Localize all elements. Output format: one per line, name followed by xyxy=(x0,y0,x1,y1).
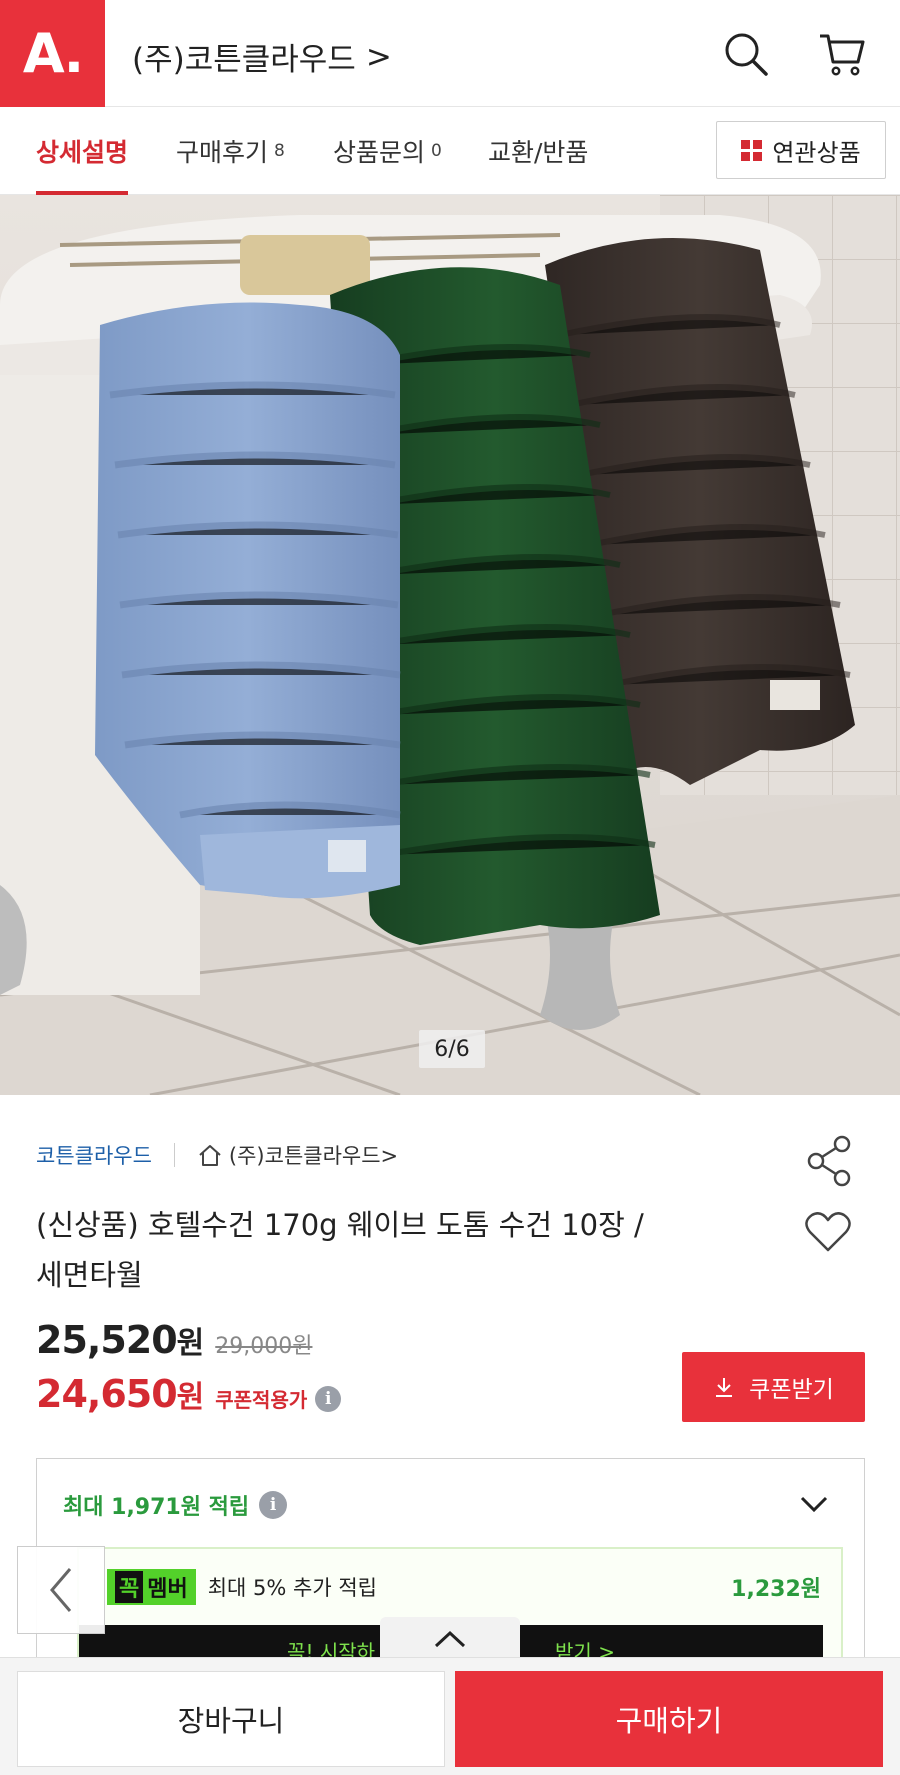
sale-price: 25,520원 xyxy=(36,1318,204,1362)
product-title: (신상품) 호텔수건 170g 웨이브 도톰 수건 10장 / 세면타월 xyxy=(36,1200,756,1300)
cart-icon[interactable] xyxy=(818,30,866,78)
tab-count: 0 xyxy=(431,141,442,161)
image-counter: 6/6 xyxy=(419,1030,485,1068)
coupon-price: 24,650원 xyxy=(36,1372,204,1416)
expand-handle[interactable] xyxy=(380,1617,520,1661)
related-products-button[interactable]: 연관상품 xyxy=(716,121,886,179)
heart-icon[interactable] xyxy=(804,1210,852,1254)
store-home-label: (주)코튼클라우드> xyxy=(228,1144,399,1168)
product-title-line: (신상품) 호텔수건 170g 웨이브 도톰 수건 10장 / xyxy=(36,1208,644,1242)
prev-button[interactable] xyxy=(17,1546,105,1634)
divider xyxy=(173,1143,175,1167)
member-amount: 1,232원 xyxy=(731,1577,821,1602)
original-price: 29,000원 xyxy=(215,1334,313,1359)
home-icon xyxy=(199,1145,221,1166)
price-row: 25,520원 29,000원 xyxy=(36,1318,312,1362)
store-home-link[interactable]: (주)코튼클라우드> xyxy=(197,1140,398,1170)
tab-label: 교환/반품 xyxy=(488,138,589,167)
get-coupon-button[interactable]: 쿠폰받기 xyxy=(682,1352,865,1422)
product-image[interactable] xyxy=(0,195,900,1095)
info-icon[interactable]: i xyxy=(315,1385,342,1412)
search-icon[interactable] xyxy=(722,30,770,78)
share-icon[interactable] xyxy=(804,1134,854,1188)
towels-illustration xyxy=(0,195,900,1095)
member-benefit-row: 꼭 멤버 최대 5% 추가 적립 1,232원 xyxy=(107,1567,821,1607)
tab-exchange-return[interactable]: 교환/반품 xyxy=(488,107,588,195)
tab-qna[interactable]: 상품문의 0 xyxy=(333,107,442,195)
bottom-action-bar: 장바구니 구매하기 xyxy=(0,1657,900,1775)
member-desc: 최대 5% 추가 적립 xyxy=(207,1576,377,1600)
store-title-text: (주)코튼클라우드 xyxy=(132,42,356,78)
brand-name[interactable]: 코튼클라우드 xyxy=(36,1140,152,1170)
chevron-down-icon[interactable] xyxy=(799,1493,829,1515)
store-title[interactable]: (주)코튼클라우드 > xyxy=(132,34,392,79)
chevron-up-icon xyxy=(434,1630,466,1648)
tab-count: 8 xyxy=(274,141,285,161)
product-title-line: 세면타월 xyxy=(36,1258,143,1292)
coupon-price-row: 24,650원 쿠폰적용가 i xyxy=(36,1372,342,1416)
chevron-left-icon xyxy=(50,1568,72,1612)
points-header[interactable]: 최대 1,971원 적립 i xyxy=(63,1489,288,1521)
tab-detail[interactable]: 상세설명 xyxy=(36,107,129,195)
chevron-right-icon: > xyxy=(365,38,392,75)
product-page: A. (주)코튼클라우드 > 상세설명 구매후기 8 상품문의 0 교환/반품 xyxy=(0,0,900,1775)
get-coupon-label: 쿠폰받기 xyxy=(749,1377,834,1403)
related-products-label: 연관상품 xyxy=(772,138,861,167)
add-to-cart-button[interactable]: 장바구니 xyxy=(17,1671,445,1767)
info-icon[interactable]: i xyxy=(259,1491,288,1519)
app-header: A. (주)코튼클라우드 > xyxy=(0,0,900,107)
logo[interactable]: A. xyxy=(0,0,105,107)
coupon-price-label: 쿠폰적용가 i xyxy=(215,1384,342,1413)
tab-label: 상품문의 xyxy=(333,138,426,167)
download-icon xyxy=(716,1378,733,1397)
tab-reviews[interactable]: 구매후기 8 xyxy=(176,107,285,195)
detail-tabs: 상세설명 구매후기 8 상품문의 0 교환/반품 연관상품 xyxy=(0,107,900,195)
tab-label: 구매후기 xyxy=(176,138,269,167)
member-badge: 꼭 멤버 xyxy=(107,1569,196,1605)
tab-label: 상세설명 xyxy=(36,138,129,167)
buy-now-button[interactable]: 구매하기 xyxy=(455,1671,883,1767)
brand-row: 코튼클라우드 (주)코튼클라우드> xyxy=(36,1140,398,1170)
points-header-text: 최대 1,971원 적립 xyxy=(63,1495,250,1520)
grid-icon xyxy=(741,139,763,161)
